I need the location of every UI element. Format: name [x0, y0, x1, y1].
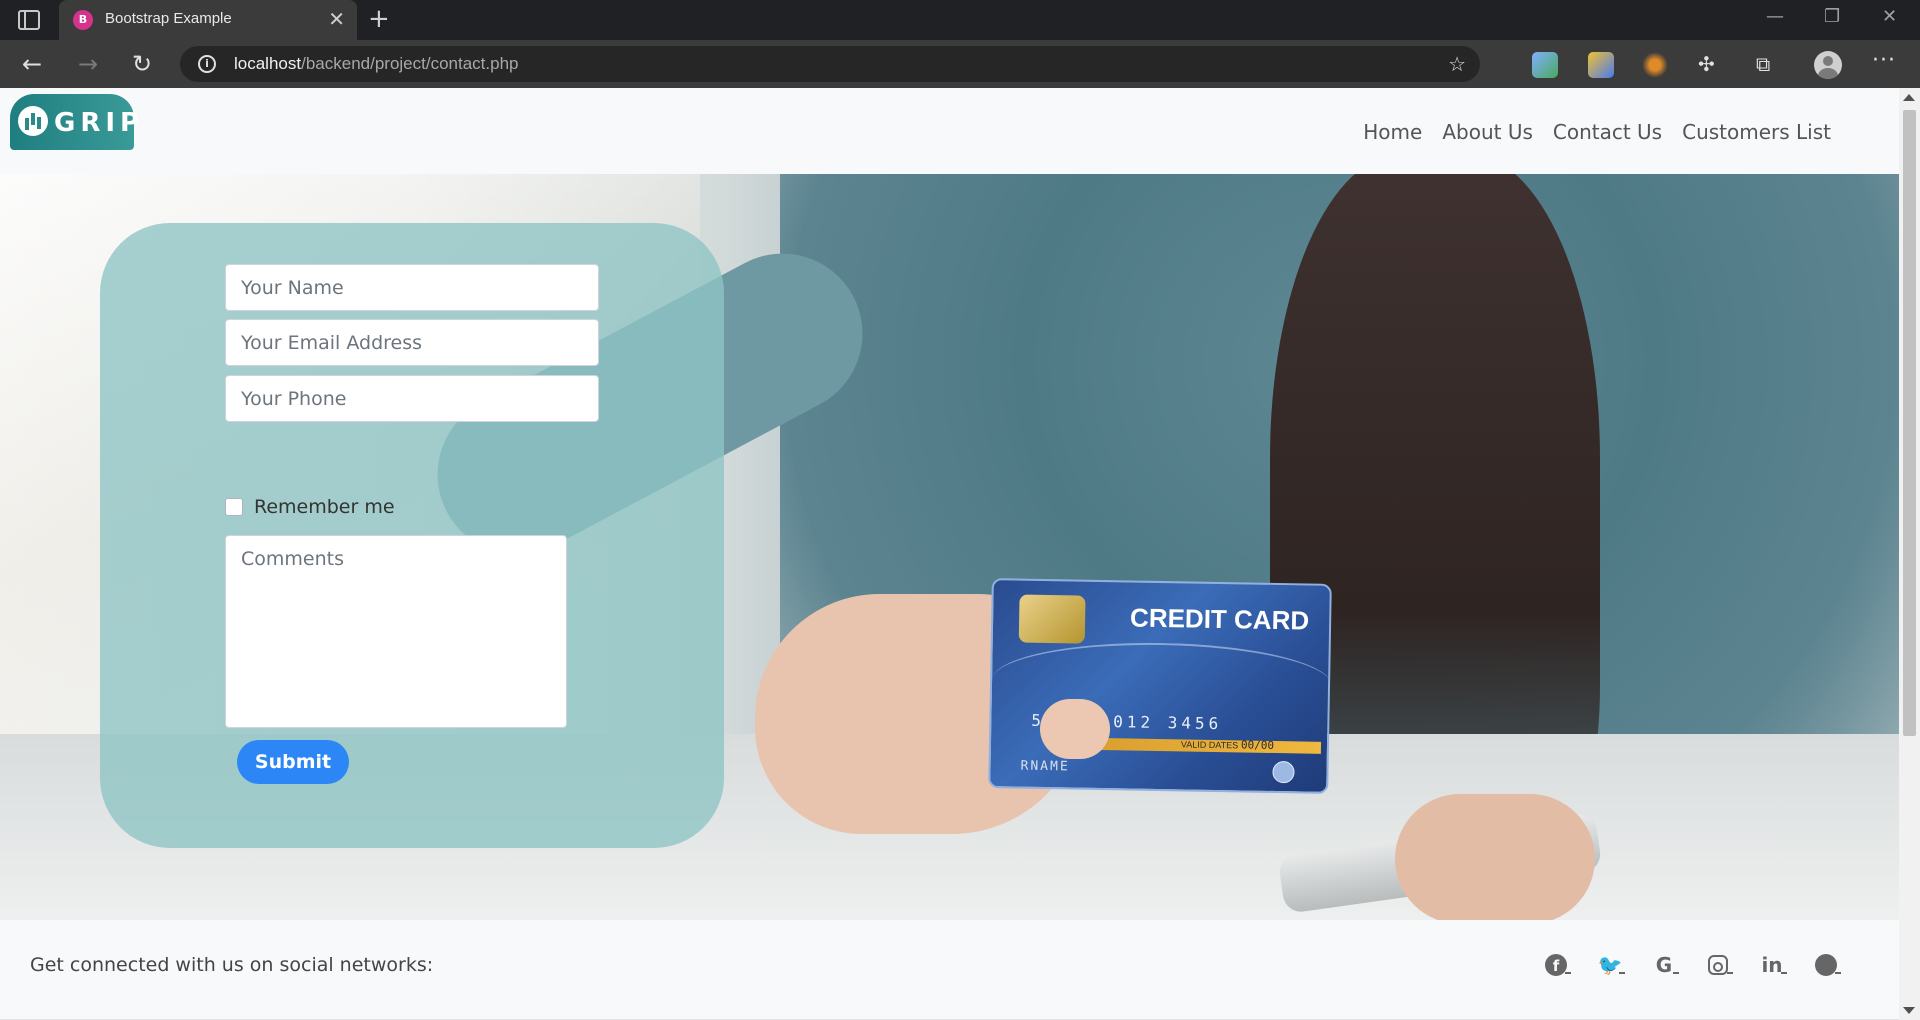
nav-link-customers-list[interactable]: Customers List [1682, 120, 1831, 144]
card-title: CREDIT CARD [1129, 602, 1310, 636]
page-scrollbar[interactable] [1899, 88, 1920, 1020]
restore-icon[interactable]: ❐ [1824, 6, 1840, 27]
social-icons: f 🐦 G in [1541, 950, 1841, 980]
phone-input[interactable] [225, 375, 599, 422]
url-text: localhost/backend/project/contact.php [234, 54, 518, 74]
extension-1-icon[interactable] [1532, 52, 1558, 78]
tab-title: Bootstrap Example [105, 10, 232, 27]
profile-avatar-icon[interactable] [1814, 51, 1842, 79]
name-input[interactable] [225, 264, 599, 311]
tab-close-icon[interactable]: ✕ [328, 8, 345, 30]
twitter-icon[interactable]: 🐦 [1595, 950, 1625, 980]
browser-tab[interactable]: B Bootstrap Example ✕ [59, 0, 357, 40]
window-close-icon[interactable]: ✕ [1882, 6, 1897, 27]
remember-me-checkbox[interactable] [225, 498, 243, 516]
extensions-puzzle-icon[interactable]: ✣ [1698, 50, 1715, 78]
logo-chart-icon [18, 106, 48, 136]
forward-icon[interactable]: → [78, 50, 98, 78]
card-globe-icon [1272, 760, 1295, 784]
hero-thumb [1040, 699, 1110, 759]
email-input[interactable] [225, 319, 599, 366]
contact-form: Remember me Submit [100, 223, 724, 848]
social-connect-text: Get connected with us on social networks… [30, 954, 434, 976]
nav-links: Home About Us Contact Us Customers List [1363, 120, 1831, 144]
grip-logo[interactable]: GRIP [10, 94, 139, 150]
url-path: /backend/project/contact.php [301, 54, 519, 73]
browser-toolbar: ← → ↻ i localhost/backend/project/contac… [0, 40, 1920, 88]
reload-icon[interactable]: ↻ [132, 50, 152, 78]
hero-section: CREDIT CARD 5678 9012 3456 VALID DATES 0… [0, 174, 1899, 920]
nav-link-contact-us[interactable]: Contact Us [1553, 120, 1662, 144]
submit-button[interactable]: Submit [237, 740, 349, 784]
card-valid-value: 00/00 [1240, 738, 1275, 752]
instagram-icon[interactable] [1703, 950, 1733, 980]
card-valid-label: VALID DATES [1180, 739, 1239, 751]
scroll-up-arrow-icon[interactable] [1903, 94, 1915, 101]
browser-tab-bar: B Bootstrap Example ✕ + — ❐ ✕ [0, 0, 1920, 40]
remember-me-label[interactable]: Remember me [254, 496, 395, 518]
scroll-thumb[interactable] [1903, 110, 1916, 736]
collections-icon[interactable]: ⧉ [1756, 50, 1770, 78]
tab-favicon-icon: B [73, 10, 93, 30]
scroll-down-arrow-icon[interactable] [1903, 1007, 1915, 1014]
back-icon[interactable]: ← [22, 50, 42, 78]
logo-text: GRIP [54, 108, 145, 138]
github-icon[interactable] [1811, 950, 1841, 980]
comments-textarea[interactable] [225, 535, 567, 728]
linkedin-icon[interactable]: in [1757, 950, 1787, 980]
url-host: localhost [234, 54, 302, 73]
extension-2-icon[interactable] [1588, 52, 1614, 78]
site-navbar: GRIP Home About Us Contact Us Customers … [0, 88, 1899, 174]
more-menu-icon[interactable]: ··· [1872, 48, 1896, 73]
tab-actions-icon[interactable] [18, 10, 40, 30]
favorite-star-icon[interactable]: ☆ [1448, 52, 1466, 76]
address-bar[interactable]: i localhost/backend/project/contact.php … [180, 46, 1480, 82]
extension-3-icon[interactable] [1642, 52, 1668, 78]
hero-hand-right [1395, 794, 1595, 920]
nav-link-home[interactable]: Home [1363, 120, 1422, 144]
card-holder-name: RNAME [1020, 758, 1070, 775]
card-chip-icon [1018, 594, 1086, 644]
nav-link-about-us[interactable]: About Us [1442, 120, 1533, 144]
remember-me-row: Remember me [225, 496, 395, 518]
google-icon[interactable]: G [1649, 950, 1679, 980]
minimize-icon[interactable]: — [1766, 6, 1784, 27]
hero-credit-card: CREDIT CARD 5678 9012 3456 VALID DATES 0… [988, 578, 1332, 794]
page-viewport: GRIP Home About Us Contact Us Customers … [0, 88, 1899, 1020]
site-info-icon[interactable]: i [198, 55, 216, 73]
new-tab-button[interactable]: + [368, 4, 390, 34]
site-footer: Get connected with us on social networks… [0, 920, 1899, 1020]
facebook-icon[interactable]: f [1541, 950, 1571, 980]
